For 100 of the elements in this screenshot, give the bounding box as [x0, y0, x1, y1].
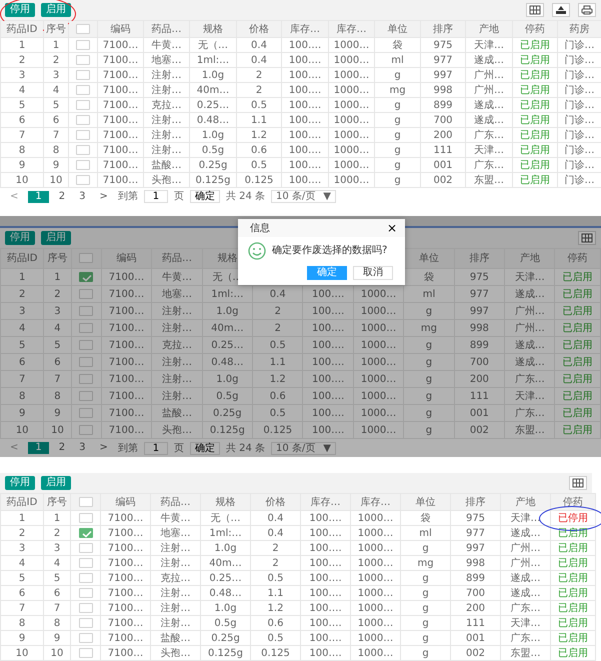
table-cell: 注射… — [144, 68, 190, 82]
confirm-button[interactable]: 确定 — [190, 190, 220, 203]
table-cell: 0.125g — [200, 646, 250, 660]
checkbox[interactable] — [78, 572, 92, 583]
table-cell: 7 — [0, 370, 44, 388]
checkbox[interactable] — [78, 588, 92, 598]
checkbox[interactable] — [76, 160, 90, 170]
checkbox[interactable] — [79, 322, 94, 333]
table-cell: 100…. — [300, 510, 350, 526]
toolbar-button[interactable]: 启用 — [41, 231, 71, 245]
checkbox[interactable] — [79, 408, 94, 418]
toolbar-button[interactable]: 停用 — [5, 231, 35, 245]
confirm-button[interactable]: 确定 — [307, 266, 347, 280]
checkbox[interactable] — [78, 648, 92, 658]
table-cell: 111 — [450, 616, 500, 630]
table-cell: 0.125 — [252, 422, 303, 438]
checkbox[interactable] — [78, 542, 92, 553]
table-cell: 2 — [250, 556, 300, 570]
page-size-select[interactable]: 10 条/页 ▼ — [271, 442, 336, 454]
table-cell: 注射… — [144, 112, 190, 128]
columns-button[interactable] — [526, 3, 544, 17]
table-cell: 0.5 — [250, 630, 300, 646]
table-cell: 977 — [420, 52, 466, 68]
checkbox[interactable] — [76, 174, 90, 185]
checkbox[interactable] — [78, 496, 92, 507]
checkbox[interactable] — [76, 100, 90, 110]
page-button[interactable]: 2 — [54, 190, 70, 202]
table-cell: 7100… — [101, 404, 152, 422]
table-cell: 门诊… — [558, 68, 601, 82]
checkbox[interactable] — [78, 632, 92, 643]
checkbox[interactable] — [76, 54, 90, 65]
toolbar-button[interactable]: 停用 — [5, 476, 35, 490]
table-cell: 3 — [0, 302, 44, 320]
table-cell: 1000… — [328, 52, 374, 68]
checkbox[interactable] — [78, 618, 92, 628]
checkbox[interactable] — [76, 70, 90, 80]
table-cell: 遂成… — [466, 98, 512, 112]
checkbox[interactable] — [76, 40, 90, 50]
checkbox[interactable] — [76, 84, 90, 95]
table-cell: 8 — [0, 616, 44, 630]
checkbox[interactable] — [79, 424, 94, 435]
confirm-button[interactable]: 确定 — [190, 442, 220, 454]
checkbox[interactable] — [79, 253, 94, 264]
table-cell: 袋 — [374, 38, 420, 52]
checkbox[interactable] — [79, 288, 94, 299]
table-cell: 东盟… — [466, 172, 512, 188]
table-cell: 广东… — [466, 128, 512, 142]
checkbox[interactable] — [79, 340, 94, 350]
table-cell: 1.0g — [190, 68, 236, 82]
checkbox[interactable] — [76, 144, 90, 155]
table-cell: 100…. — [282, 172, 328, 188]
page-button[interactable]: 1 — [28, 442, 49, 454]
table-cell: 1000… — [328, 68, 374, 82]
toolbar-button[interactable]: 停用 — [5, 3, 35, 17]
checkbox[interactable] — [76, 24, 90, 34]
table-cell: 7100… — [101, 268, 152, 286]
toolbar-button[interactable]: 启用 — [41, 476, 71, 490]
checkbox[interactable] — [78, 512, 92, 523]
checkbox[interactable] — [79, 390, 94, 401]
page-button[interactable]: 1 — [28, 190, 49, 202]
checkbox[interactable] — [79, 306, 94, 316]
table-cell: 7100… — [101, 370, 152, 388]
checkbox[interactable] — [78, 602, 92, 613]
page-input[interactable]: 1 — [144, 442, 168, 454]
table-cell: 遂成… — [466, 52, 512, 68]
export-button[interactable] — [552, 3, 570, 17]
table-cell: 1000… — [328, 172, 374, 188]
table-cell: 975 — [420, 38, 466, 52]
columns-button[interactable] — [569, 476, 587, 490]
checked-checkbox[interactable] — [79, 272, 94, 282]
table-cell: 1000… — [328, 112, 374, 128]
next-page-button[interactable]: > — [96, 442, 112, 454]
checkbox[interactable] — [79, 356, 94, 367]
page-button[interactable]: 3 — [75, 442, 90, 454]
checkbox[interactable] — [76, 114, 90, 125]
close-button[interactable]: × — [386, 222, 397, 234]
page-button[interactable]: 2 — [54, 442, 70, 454]
table-cell: 盐酸… — [144, 158, 190, 172]
table-cell: 7100… — [98, 112, 144, 128]
checkbox[interactable] — [76, 130, 90, 140]
columns-button[interactable] — [578, 231, 596, 245]
page-button[interactable]: 3 — [75, 190, 90, 202]
page-size-select[interactable]: 10 条/页 ▼ — [271, 190, 336, 203]
page-input[interactable]: 1 — [144, 190, 168, 203]
table-cell: 100…. — [282, 68, 328, 82]
status-text: 已启用 — [562, 272, 593, 282]
checked-checkbox[interactable] — [78, 528, 92, 538]
column-header: 单位 — [374, 20, 420, 38]
checkbox[interactable] — [78, 558, 92, 568]
table-cell: 100…. — [282, 128, 328, 142]
print-button[interactable] — [578, 3, 596, 17]
table-cell: g — [404, 302, 454, 320]
table-cell: 广州… — [466, 82, 512, 98]
cancel-button[interactable]: 取消 — [353, 266, 393, 280]
table-cell: 1 — [0, 38, 44, 52]
toolbar-button[interactable]: 启用 — [41, 3, 71, 17]
checkbox[interactable] — [79, 374, 94, 384]
next-page-button[interactable]: > — [96, 190, 112, 202]
table-cell: 1000… — [353, 422, 404, 438]
table-cell: 4 — [44, 556, 70, 570]
